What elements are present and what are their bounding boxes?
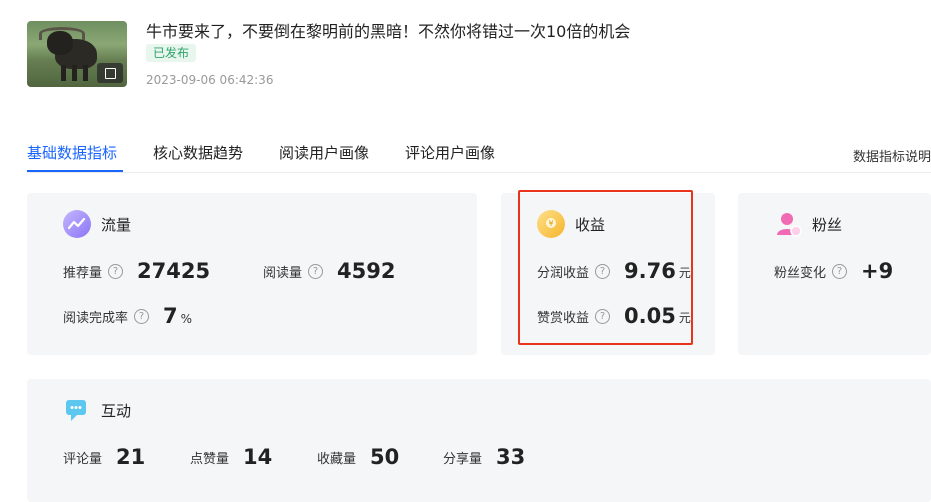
- recommend-metric: 推荐量 ? 27425: [63, 259, 210, 283]
- share-value: 33: [496, 445, 526, 469]
- favorite-value: 50: [370, 445, 400, 469]
- traffic-card-title: 流量: [101, 215, 132, 234]
- favorite-metric: 收藏量 50: [317, 445, 399, 469]
- fans-change-metric: 粉丝变化 ? +9: [774, 259, 893, 283]
- completion-rate-metric: 阅读完成率 ? 7 %: [63, 304, 192, 328]
- completion-rate-label: 阅读完成率: [63, 310, 129, 326]
- completion-rate-value: 7: [163, 304, 178, 328]
- interaction-card: 互动 评论量 21 点赞量 14 收藏量 50 分享量 33: [27, 379, 931, 502]
- active-tab-indicator: [27, 170, 123, 172]
- like-label: 点赞量: [190, 451, 230, 467]
- publish-time: 2023-09-06 06:42:36: [146, 73, 274, 87]
- read-label: 阅读量: [263, 265, 303, 281]
- article-title[interactable]: 牛市要来了，不要倒在黎明前的黑暗！不然你将错过一次10倍的机会: [146, 18, 630, 42]
- tab-reader-profile[interactable]: 阅读用户画像: [279, 142, 369, 163]
- traffic-card: 流量 推荐量 ? 27425 阅读量 ? 4592 阅读完成率 ? 7 %: [27, 193, 477, 355]
- favorite-label: 收藏量: [317, 451, 357, 467]
- status-badge: 已发布: [146, 44, 197, 62]
- tab-basic-metrics[interactable]: 基础数据指标: [27, 142, 117, 163]
- recommend-label: 推荐量: [63, 265, 103, 281]
- buffalo-legs: [61, 65, 91, 81]
- image-icon: [97, 63, 123, 83]
- like-metric: 点赞量 14: [190, 445, 272, 469]
- buffalo-head: [47, 31, 73, 55]
- revenue-highlight-box: [518, 190, 693, 345]
- metrics-explanation-link[interactable]: 数据指标说明: [853, 146, 931, 165]
- read-metric: 阅读量 ? 4592: [263, 259, 395, 283]
- help-icon[interactable]: ?: [108, 263, 124, 279]
- fans-card: 粉丝 粉丝变化 ? +9: [738, 193, 931, 355]
- share-metric: 分享量 33: [443, 445, 525, 469]
- help-icon[interactable]: ?: [308, 263, 324, 279]
- interaction-card-header: 互动: [63, 396, 131, 424]
- share-label: 分享量: [443, 451, 483, 467]
- help-icon[interactable]: ?: [832, 263, 848, 279]
- completion-rate-unit: %: [180, 312, 193, 326]
- comment-label: 评论量: [63, 451, 103, 467]
- fans-card-header: 粉丝: [774, 210, 842, 238]
- tab-commenter-profile[interactable]: 评论用户画像: [405, 142, 495, 163]
- fans-change-label: 粉丝变化: [774, 265, 827, 281]
- user-icon: [774, 210, 802, 238]
- comment-metric: 评论量 21: [63, 445, 145, 469]
- traffic-icon: [63, 210, 91, 238]
- comment-value: 21: [116, 445, 146, 469]
- chat-icon: [63, 396, 91, 424]
- like-value: 14: [243, 445, 273, 469]
- fans-change-value: +9: [861, 259, 894, 283]
- read-value: 4592: [337, 259, 396, 283]
- recommend-value: 27425: [137, 259, 211, 283]
- article-thumbnail[interactable]: [27, 21, 127, 87]
- interaction-card-title: 互动: [101, 401, 132, 420]
- tab-core-trends[interactable]: 核心数据趋势: [153, 142, 243, 163]
- traffic-card-header: 流量: [63, 210, 131, 238]
- tab-bar: 基础数据指标 核心数据趋势 阅读用户画像 评论用户画像 数据指标说明: [27, 142, 931, 173]
- help-icon[interactable]: ?: [134, 308, 150, 324]
- fans-card-title: 粉丝: [812, 215, 843, 234]
